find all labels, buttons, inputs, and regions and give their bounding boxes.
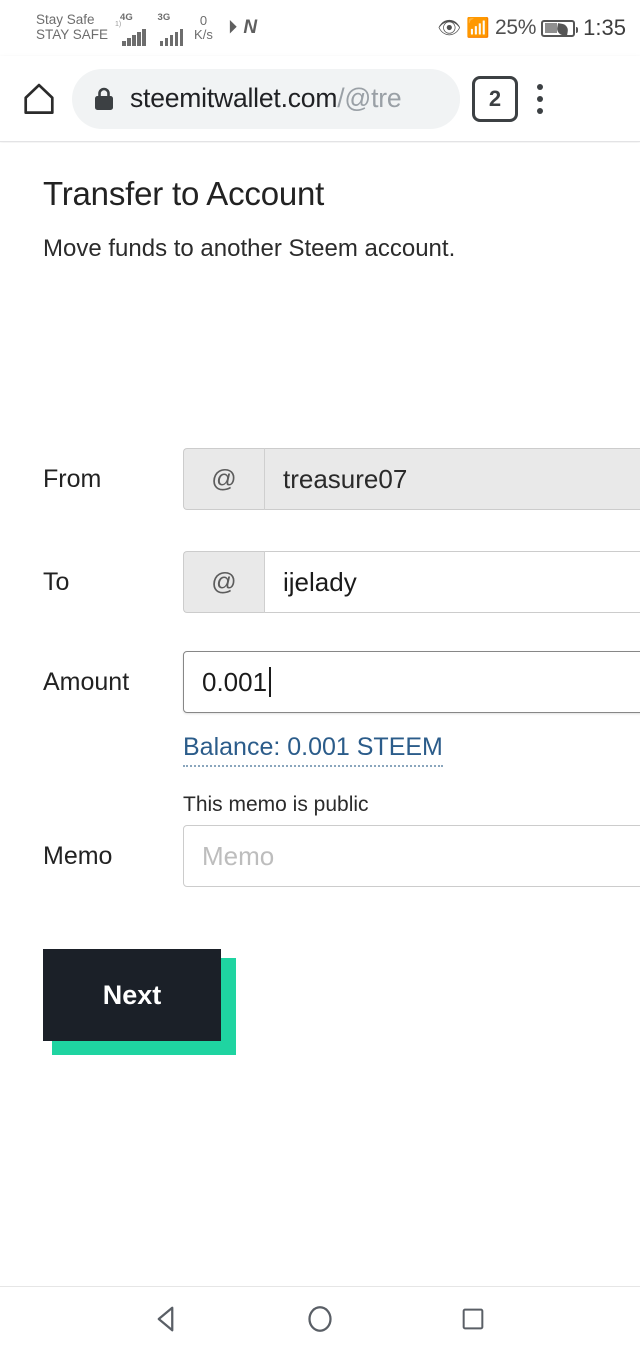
url-text: steemitwallet.com/@tre (130, 83, 402, 114)
memo-placeholder: Memo (202, 840, 275, 871)
nav-home-button[interactable] (285, 1289, 355, 1349)
field-row-memo: Memo Memo (0, 825, 640, 887)
page-title: Transfer to Account (43, 175, 325, 212)
amount-label: Amount (43, 667, 130, 696)
signal-type-label-1: 4G (120, 12, 133, 23)
signal-indicator-sim2: 3G (153, 10, 184, 46)
amount-input-group[interactable]: 0.001 (183, 651, 640, 713)
url-domain: steemitwallet.com (130, 83, 338, 113)
status-bar-right: 👁 📶 25% 1:35 (437, 15, 626, 41)
carrier-label: Stay Safe STAY SAFE (36, 13, 108, 42)
carrier-line-2: STAY SAFE (36, 27, 109, 42)
memo-public-hint: This memo is public (183, 793, 369, 816)
at-symbol-addon-from: @ (183, 448, 265, 510)
page-subtitle: Move funds to another Steem account. (43, 235, 456, 262)
tab-switcher-button[interactable]: 2 (472, 75, 518, 122)
android-nav-bar (0, 1286, 640, 1351)
field-row-from: From @ treasure07 (0, 448, 640, 510)
url-path: /@tre (337, 83, 402, 113)
signal-indicator-sim1: 4G 1) (115, 10, 146, 46)
memo-input-group[interactable]: Memo (183, 825, 640, 887)
notification-icons: ⏵ N (228, 17, 257, 39)
text-caret (269, 667, 272, 697)
netflix-n-icon: N (243, 17, 258, 38)
home-button[interactable] (16, 76, 62, 122)
at-symbol-addon-to: @ (183, 551, 265, 613)
memo-label: Memo (43, 841, 113, 870)
browser-toolbar: steemitwallet.com/@tre 2 (0, 56, 640, 142)
amount-input[interactable]: 0.001 (183, 651, 640, 713)
recents-square-icon (462, 1308, 484, 1330)
signal-bars-icon-2 (159, 29, 184, 46)
vibrate-icon: 📶 (466, 18, 491, 39)
nav-back-button[interactable] (132, 1289, 202, 1349)
to-account-input[interactable]: ijelady (265, 551, 640, 613)
transfer-page: Transfer to Account Move funds to anothe… (0, 143, 640, 1286)
battery-icon (541, 19, 579, 37)
lock-icon (92, 85, 116, 113)
balance-link[interactable]: Balance: 0.001 STEEM (183, 733, 443, 767)
next-button[interactable]: Next (43, 949, 221, 1041)
field-row-amount: Amount 0.001 (0, 651, 640, 713)
back-triangle-icon (157, 1306, 174, 1332)
status-bar-left: Stay Safe STAY SAFE 4G 1) 3G 0 K/s ⏵ N (36, 10, 257, 46)
url-bar[interactable]: steemitwallet.com/@tre (72, 68, 460, 129)
to-input-group[interactable]: @ ijelady (183, 551, 640, 613)
signal-type-label-2: 3G (157, 12, 171, 23)
telegram-send-icon: ⏵ (227, 17, 238, 38)
next-button-wrapper: Next (43, 949, 236, 1055)
memo-input[interactable]: Memo (183, 825, 640, 887)
eye-comfort-icon: 👁 (437, 18, 462, 39)
field-row-to: To @ ijelady (0, 551, 640, 613)
signal-bars-icon-1 (122, 29, 146, 46)
android-status-bar: Stay Safe STAY SAFE 4G 1) 3G 0 K/s ⏵ N 👁… (0, 0, 640, 56)
from-input-group: @ treasure07 (183, 448, 640, 510)
signal-sub-label-1: 1) (115, 21, 122, 28)
from-account-input: treasure07 (265, 448, 640, 510)
clock-label: 1:35 (583, 15, 626, 40)
from-label: From (43, 464, 102, 493)
battery-percent-label: 25% (495, 16, 537, 39)
network-speed-value: 0 (199, 13, 208, 29)
leaf-power-saving-icon (556, 22, 570, 36)
home-icon (24, 83, 54, 114)
amount-value: 0.001 (202, 666, 268, 697)
to-label: To (43, 567, 70, 596)
nav-recents-button[interactable] (438, 1289, 508, 1349)
network-speed-unit: K/s (194, 27, 213, 42)
home-circle-icon (308, 1306, 332, 1332)
network-speed-indicator: 0 K/s (194, 14, 213, 41)
carrier-line-1: Stay Safe (36, 12, 95, 28)
kebab-menu-icon[interactable] (518, 76, 562, 122)
